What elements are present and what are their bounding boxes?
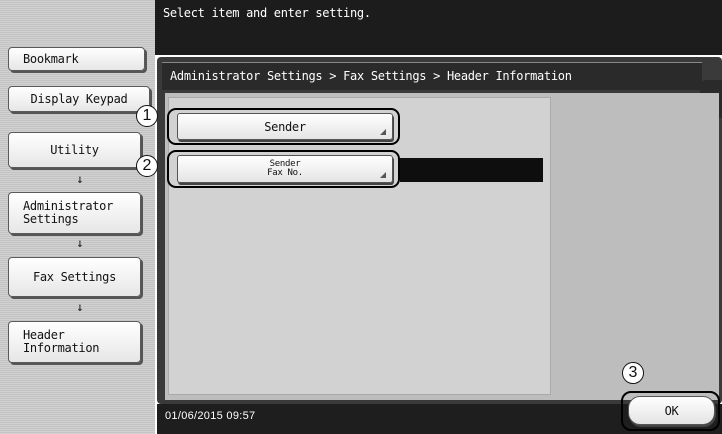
corner-triangle-icon <box>380 129 386 135</box>
flow-item-utility[interactable]: Utility <box>8 132 141 168</box>
flow-item-administrator-settings[interactable]: Administrator Settings <box>8 192 141 234</box>
sender-fax-label-line2: Fax No. <box>267 168 303 178</box>
sender-fax-no-button[interactable]: Sender Fax No. <box>177 155 393 183</box>
flow-item-fax-settings[interactable]: Fax Settings <box>8 257 141 297</box>
bookmark-button[interactable]: Bookmark <box>8 47 145 71</box>
sender-button-label: Sender <box>264 119 306 134</box>
date-time: 01/06/2015 09:57 <box>165 410 256 422</box>
down-arrow-icon: ↓ <box>76 300 84 314</box>
sender-button[interactable]: Sender <box>177 113 393 140</box>
down-arrow-icon: ↓ <box>76 172 84 186</box>
sender-fax-value-field <box>400 158 543 182</box>
corner-triangle-icon <box>380 172 386 178</box>
down-arrow-icon: ↓ <box>76 236 84 250</box>
flow-item-header-information[interactable]: Header Information <box>8 321 141 363</box>
breadcrumb: Administrator Settings > Fax Settings > … <box>170 69 572 83</box>
instruction-message: Select item and enter setting. <box>163 6 371 20</box>
callout-1: 1 <box>136 105 158 127</box>
ok-button[interactable]: OK <box>628 396 715 425</box>
display-keypad-button[interactable]: Display Keypad <box>8 86 150 112</box>
callout-3: 3 <box>622 362 644 384</box>
callout-2: 2 <box>136 155 158 177</box>
